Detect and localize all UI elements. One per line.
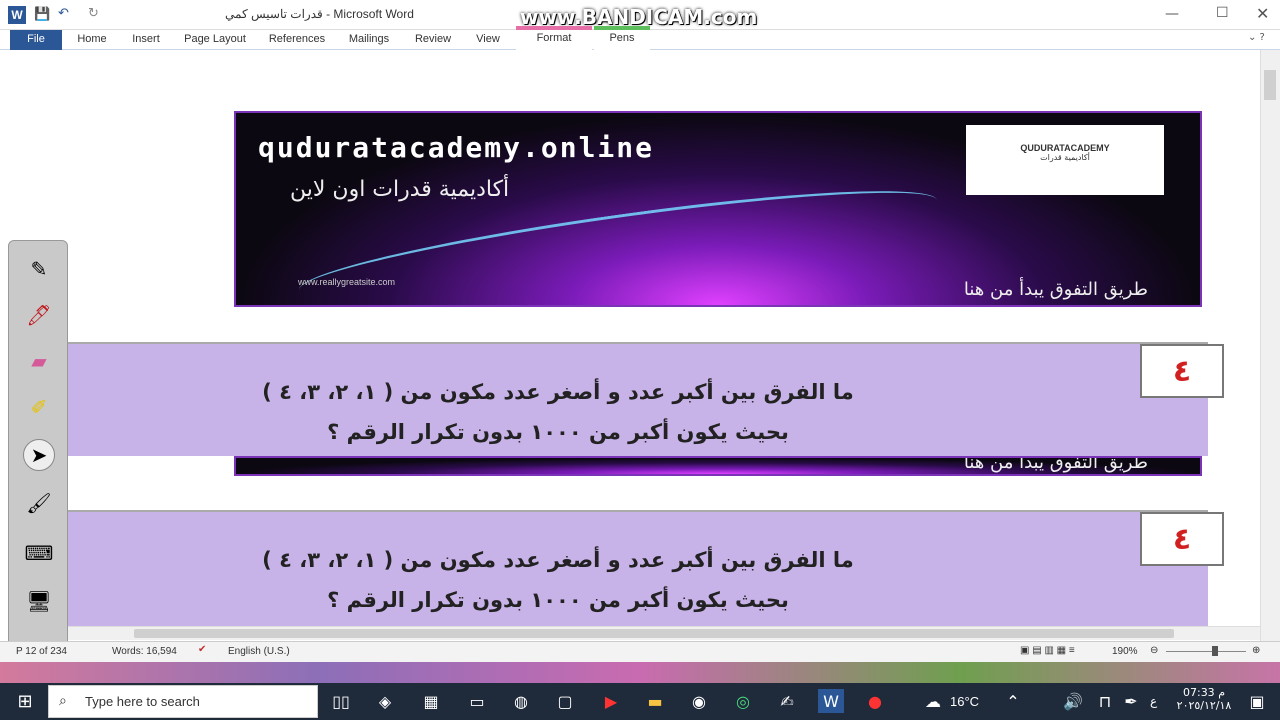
zoom-out-icon[interactable]: ⊖	[1150, 645, 1158, 656]
search-placeholder: Type here to search	[85, 694, 200, 709]
clock-date: ٢٠٢٥/١٢/١٨	[1176, 699, 1232, 712]
tab-format[interactable]: Format	[516, 26, 592, 50]
question-line-1: ما الفرق بين أكبر عدد و أصغر عدد مكون من…	[262, 548, 854, 572]
eraser-icon[interactable]: ▰	[23, 345, 55, 377]
task-view-icon[interactable]: ▯▯	[328, 689, 354, 713]
volume-icon[interactable]: 🔊	[1060, 689, 1086, 713]
vertical-scrollbar[interactable]	[1260, 50, 1280, 641]
question-line-1: ما الفرق بين أكبر عدد و أصغر عدد مكون من…	[262, 380, 854, 404]
window-title: قدرات تاسيس كمي - Microsoft Word	[225, 7, 414, 21]
academy-banner-bottom: طريق التفوق يبدأ من هنا	[234, 456, 1202, 476]
pen-icon[interactable]: 🖊	[23, 299, 55, 331]
chevron-up-icon[interactable]: ⌃	[1000, 689, 1026, 713]
tab-home[interactable]: Home	[70, 30, 114, 50]
question-panel: ما الفرق بين أكبر عدد و أصغر عدد مكون من…	[68, 510, 1208, 626]
weather-icon[interactable]: ☁	[920, 689, 946, 713]
highlighter-icon[interactable]: ✐	[23, 391, 55, 423]
question-panel: ما الفرق بين أكبر عدد و أصغر عدد مكون من…	[68, 342, 1208, 456]
language[interactable]: English (U.S.)	[228, 646, 290, 657]
tab-mailings[interactable]: Mailings	[340, 30, 398, 50]
banner-tagline: طريق التفوق يبدأ من هنا	[963, 279, 1148, 300]
whiteboard-icon[interactable]: ✍	[774, 689, 800, 713]
zoom-thumb[interactable]	[1212, 646, 1218, 656]
question-number-box: ٤	[1140, 344, 1224, 398]
redo-icon[interactable]: ↻	[88, 6, 99, 21]
page-count[interactable]: P 12 of 234	[16, 646, 67, 657]
zoom-slider[interactable]	[1166, 651, 1246, 652]
status-bar: P 12 of 234 Words: 16,594 ✔ English (U.S…	[0, 641, 1280, 662]
proofing-icon[interactable]: ✔	[198, 644, 206, 655]
tab-references[interactable]: References	[262, 30, 332, 50]
network-icon[interactable]: ⊓	[1092, 689, 1118, 713]
question-line-2: بحيث يكون أكبر من ١٠٠٠ بدون تكرار الرقم …	[327, 420, 789, 444]
question-number-box: ٤	[1140, 512, 1224, 566]
academy-banner: quduratacademy.online أكاديمية قدرات اون…	[234, 111, 1202, 307]
save-icon[interactable]: 💾	[34, 7, 50, 22]
desktop-wallpaper	[0, 662, 1280, 683]
input-language[interactable]: ع	[1150, 694, 1157, 708]
chrome-icon[interactable]: ◉	[686, 689, 712, 713]
pen-toolbar: ✎ 🖊 ▰ ✐ ➤ 🖌 ⌨ 🖥 ⚙	[8, 240, 68, 670]
clock-time: 07:33 م	[1182, 686, 1225, 699]
media-icon[interactable]: ▭	[464, 689, 490, 713]
search-icon: ⌕	[59, 693, 67, 709]
zoom-level[interactable]: 190%	[1112, 646, 1138, 657]
maximize-icon[interactable]: ☐	[1216, 5, 1229, 21]
edge-icon[interactable]: ◍	[508, 689, 534, 713]
file-icon[interactable]: ▢	[552, 689, 578, 713]
word-taskbar-icon[interactable]: W	[818, 689, 844, 713]
tab-insert[interactable]: Insert	[122, 30, 170, 50]
banner-arabic-name: أكاديمية قدرات اون لاين	[290, 177, 510, 202]
academy-logo: QUDURATACADEMY أكاديمية قدرات	[966, 125, 1164, 195]
copilot-icon[interactable]: ◈	[372, 689, 398, 713]
word-count[interactable]: Words: 16,594	[112, 646, 177, 657]
word-app-icon[interactable]: W	[8, 6, 26, 24]
windows-start-icon[interactable]: ⊞	[12, 689, 38, 713]
banner-tagline: طريق التفوق يبدأ من هنا	[963, 456, 1148, 473]
brush-icon[interactable]: 🖌	[23, 487, 55, 519]
keyboard-icon[interactable]: ⌨	[23, 537, 55, 569]
banner-url: quduratacademy.online	[258, 131, 655, 164]
tab-view[interactable]: View	[466, 30, 510, 50]
folder-icon[interactable]: ▬	[642, 689, 668, 713]
clock[interactable]: 07:33 م ٢٠٢٥/١٢/١٨	[1172, 686, 1236, 712]
store-icon[interactable]: ▦	[418, 689, 444, 713]
pen-icon[interactable]: ✒	[1118, 689, 1144, 713]
minimize-icon[interactable]: —	[1165, 6, 1179, 22]
record-icon[interactable]: ●	[862, 689, 888, 713]
tab-review[interactable]: Review	[408, 30, 458, 50]
cursor-icon[interactable]: ➤	[23, 439, 55, 471]
horizontal-scrollbar[interactable]	[68, 626, 1260, 640]
ribbon-collapse-icon[interactable]: ⌄ ?	[1248, 32, 1265, 43]
close-icon[interactable]: ✕	[1256, 4, 1269, 23]
notification-icon[interactable]: ▣	[1244, 689, 1270, 713]
scroll-thumb[interactable]	[134, 629, 1174, 638]
banner-small-site: www.reallygreatsite.com	[298, 277, 396, 287]
screen-icon[interactable]: 🖥	[23, 585, 55, 617]
pencil-icon[interactable]: ✎	[23, 253, 55, 285]
view-buttons[interactable]: ▣ ▤ ▥ ▦ ≡	[1020, 645, 1075, 656]
whatsapp-icon[interactable]: ◎	[730, 689, 756, 713]
question-line-2: بحيث يكون أكبر من ١٠٠٠ بدون تكرار الرقم …	[327, 588, 789, 612]
youtube-icon[interactable]: ▶	[598, 689, 624, 713]
tab-pens[interactable]: Pens	[594, 26, 650, 50]
search-box[interactable]: ⌕ Type here to search	[48, 685, 318, 718]
tab-file[interactable]: File	[10, 30, 62, 50]
undo-icon[interactable]: ↶	[58, 6, 69, 21]
scroll-thumb[interactable]	[1264, 70, 1276, 100]
tab-page-layout[interactable]: Page Layout	[180, 30, 250, 50]
temperature[interactable]: 16°C	[950, 694, 979, 709]
zoom-in-icon[interactable]: ⊕	[1252, 645, 1260, 656]
